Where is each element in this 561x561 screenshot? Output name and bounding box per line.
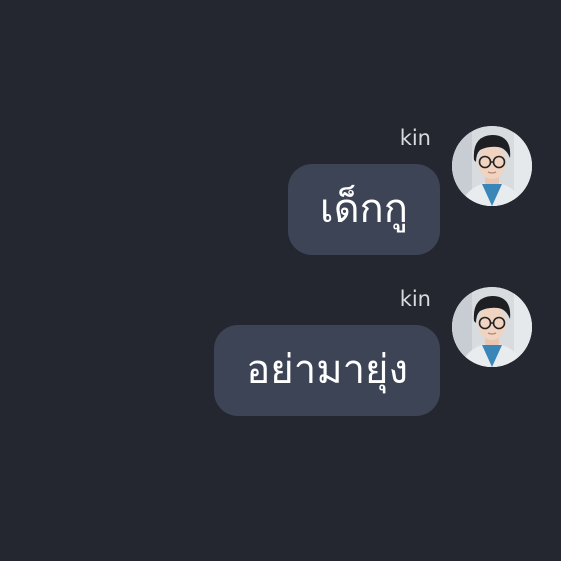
- avatar-photo-icon: [452, 126, 532, 206]
- chat-thread: kin เด็กกู kin อย่ามายุ่ง: [0, 0, 561, 561]
- sender-name: kin: [399, 287, 431, 311]
- avatar-photo-icon: [452, 287, 532, 367]
- message-bubble[interactable]: เด็กกู: [287, 164, 440, 255]
- sender-name: kin: [399, 126, 431, 150]
- avatar-icon[interactable]: [452, 126, 532, 206]
- message-bubble[interactable]: อย่ามายุ่ง: [214, 325, 440, 416]
- avatar-icon[interactable]: [452, 287, 532, 367]
